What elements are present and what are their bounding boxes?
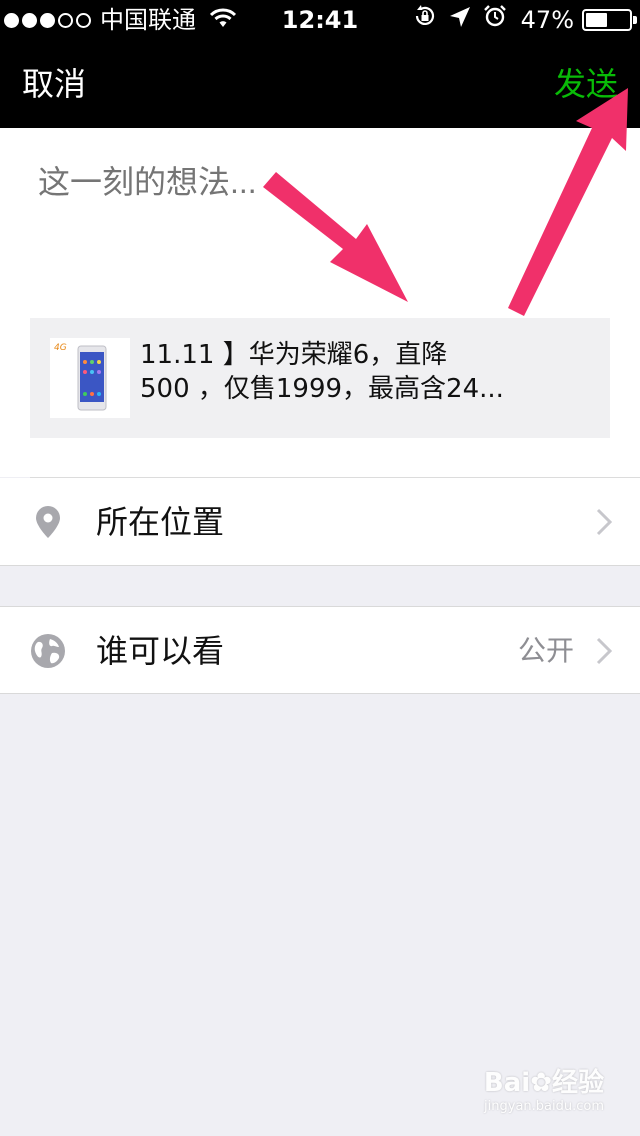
visibility-row[interactable]: 谁可以看 公开 xyxy=(0,606,640,694)
globe-icon xyxy=(30,633,66,669)
chevron-right-icon xyxy=(596,637,613,669)
location-arrow-icon xyxy=(449,0,471,40)
watermark-brand: Bai xyxy=(483,1068,531,1098)
moment-text-input[interactable] xyxy=(38,158,598,206)
visibility-label: 谁可以看 xyxy=(96,632,225,670)
link-card-title: 11.11 】华为荣耀6，直降 500 ，仅售1999，最高含24... xyxy=(140,338,600,406)
link-card-line-2: 500 ，仅售1999，最高含24... xyxy=(140,374,504,404)
baidu-jingyan-watermark: Bai✿经验 jingyan.baidu.com xyxy=(484,1062,604,1114)
battery-percent: 47% xyxy=(520,6,574,34)
screen: 中国联通 12:41 47% 取消 发送 这一刻的想法... 4G 11.11 … xyxy=(0,0,640,1136)
status-bar: 中国联通 12:41 47% xyxy=(0,0,640,40)
battery-icon xyxy=(582,9,637,31)
location-pin-icon xyxy=(30,504,66,540)
link-card-line-1: 11.11 】华为荣耀6，直降 xyxy=(140,340,448,370)
chevron-right-icon xyxy=(596,508,613,540)
rotation-lock-icon xyxy=(413,0,437,40)
visibility-value: 公开 xyxy=(517,634,574,667)
cancel-button[interactable]: 取消 xyxy=(22,62,86,106)
location-row[interactable]: 所在位置 xyxy=(0,478,640,566)
svg-text:4G: 4G xyxy=(54,343,67,353)
watermark-url: jingyan.baidu.com xyxy=(484,1099,604,1114)
watermark-paw-icon: ✿ xyxy=(530,1068,552,1098)
location-label: 所在位置 xyxy=(96,503,225,541)
status-right: 47% xyxy=(401,0,637,40)
alarm-icon xyxy=(483,0,507,40)
watermark-brand-2: 经验 xyxy=(551,1068,604,1098)
send-button[interactable]: 发送 xyxy=(554,62,618,106)
compose-area: 4G 11.11 】华为荣耀6，直降 500 ，仅售1999，最高含24... xyxy=(0,128,640,477)
nav-bar: 取消 发送 xyxy=(0,40,640,128)
shared-link-card[interactable]: 4G 11.11 】华为荣耀6，直降 500 ，仅售1999，最高含24... xyxy=(30,318,610,438)
link-thumbnail: 4G xyxy=(50,338,130,418)
